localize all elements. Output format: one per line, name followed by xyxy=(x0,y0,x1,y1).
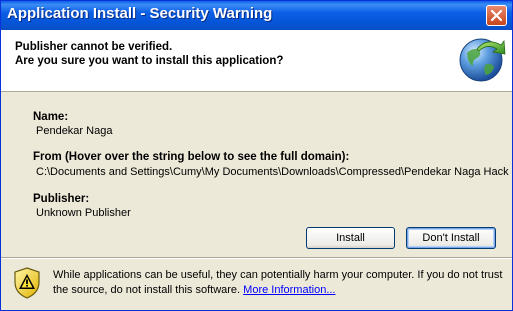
more-information-link[interactable]: More Information... xyxy=(243,284,335,296)
footer-separator xyxy=(1,257,512,259)
header-message: Publisher cannot be verified. Are you su… xyxy=(15,40,283,68)
dont-install-button[interactable]: Don't Install xyxy=(406,227,496,249)
close-icon xyxy=(491,10,502,21)
header-line-question: Are you sure you want to install this ap… xyxy=(15,55,284,67)
globe-arrow-icon xyxy=(459,38,506,82)
dialog-header: Publisher cannot be verified. Are you su… xyxy=(1,30,512,92)
publisher-value: Unknown Publisher xyxy=(36,207,131,219)
title-bar[interactable]: Application Install - Security Warning xyxy=(1,1,512,30)
name-value: Pendekar Naga xyxy=(36,125,113,137)
close-button[interactable] xyxy=(486,5,507,26)
warning-shield-icon xyxy=(14,267,40,299)
from-label: From (Hover over the string below to see… xyxy=(33,151,350,163)
name-label: Name: xyxy=(33,111,69,123)
install-dialog: Application Install - Security Warning P… xyxy=(0,0,513,311)
window-title: Application Install - Security Warning xyxy=(7,5,273,22)
from-value[interactable]: C:\Documents and Settings\Cumy\My Docume… xyxy=(36,166,509,178)
footer-warning: While applications can be useful, they c… xyxy=(53,268,508,298)
install-button[interactable]: Install xyxy=(306,227,395,249)
header-line-publisher: Publisher cannot be verified. xyxy=(15,41,173,53)
publisher-label: Publisher: xyxy=(33,193,90,205)
